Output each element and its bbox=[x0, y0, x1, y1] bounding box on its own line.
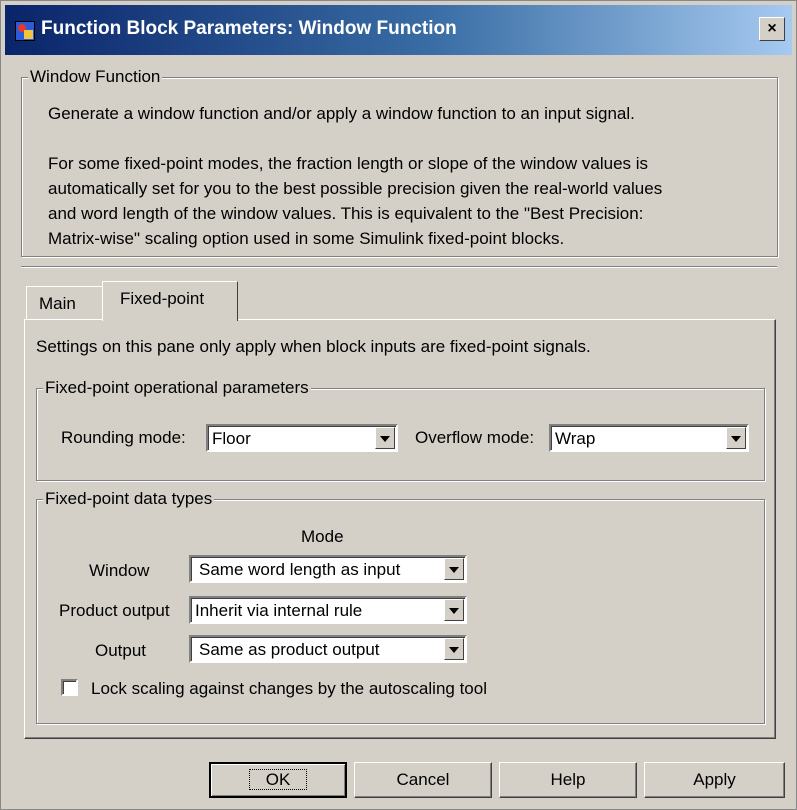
tab-fixed-point-label: Fixed-point bbox=[120, 289, 205, 308]
operational-group-title: Fixed-point operational parameters bbox=[43, 378, 311, 398]
apply-button[interactable]: Apply bbox=[644, 762, 785, 798]
description-group-title: Window Function bbox=[28, 67, 163, 87]
output-mode-select[interactable]: Same as product output bbox=[189, 635, 467, 663]
description-line-1: Generate a window function and/or apply … bbox=[48, 104, 635, 123]
cancel-button[interactable]: Cancel bbox=[354, 762, 492, 798]
description-para-line-4: Matrix-wise" scaling option used in some… bbox=[48, 229, 565, 248]
tab-main[interactable]: Main bbox=[26, 286, 103, 320]
overflow-mode-select[interactable]: Wrap bbox=[549, 424, 749, 452]
title-bar[interactable]: Function Block Parameters: Window Functi… bbox=[5, 5, 792, 55]
description-para-line-3: and word length of the window values. Th… bbox=[48, 204, 644, 223]
product-output-mode-select[interactable]: Inherit via internal rule bbox=[189, 596, 467, 624]
chevron-down-icon[interactable] bbox=[444, 558, 464, 580]
output-type-label: Output bbox=[95, 641, 147, 660]
window-title: Function Block Parameters: Window Functi… bbox=[41, 18, 457, 39]
help-button[interactable]: Help bbox=[499, 762, 637, 798]
chevron-down-icon[interactable] bbox=[375, 427, 395, 449]
rounding-mode-select[interactable]: Floor bbox=[206, 424, 398, 452]
ok-button[interactable]: OK bbox=[209, 762, 347, 798]
window-mode-select[interactable]: Same word length as input bbox=[189, 555, 467, 583]
overflow-mode-label: Overflow mode: bbox=[415, 428, 535, 447]
simulink-block-icon bbox=[15, 21, 35, 41]
mode-column-header: Mode bbox=[301, 527, 344, 546]
output-mode-value: Same as product output bbox=[199, 640, 380, 659]
close-button[interactable]: × bbox=[759, 17, 785, 41]
ok-button-label: OK bbox=[248, 769, 308, 790]
pane-intro-text: Settings on this pane only apply when bl… bbox=[36, 337, 591, 356]
rounding-mode-label: Rounding mode: bbox=[61, 428, 186, 447]
separator bbox=[21, 266, 777, 268]
dialog-window: Function Block Parameters: Window Functi… bbox=[0, 0, 797, 810]
window-mode-value: Same word length as input bbox=[199, 560, 401, 579]
tab-fixed-point[interactable]: Fixed-point bbox=[102, 281, 238, 321]
data-types-group-title: Fixed-point data types bbox=[43, 489, 215, 509]
chevron-down-icon[interactable] bbox=[444, 599, 464, 621]
description-para-line-1: For some fixed-point modes, the fraction… bbox=[48, 154, 649, 173]
tab-main-label: Main bbox=[39, 294, 76, 313]
description-para-line-2: automatically set for you to the best po… bbox=[48, 179, 663, 198]
window-type-label: Window bbox=[89, 561, 150, 580]
chevron-down-icon[interactable] bbox=[444, 638, 464, 660]
overflow-mode-value: Wrap bbox=[555, 429, 596, 448]
rounding-mode-value: Floor bbox=[212, 429, 251, 448]
product-output-type-label: Product output bbox=[59, 601, 170, 620]
lock-scaling-checkbox[interactable] bbox=[61, 679, 78, 696]
lock-scaling-label[interactable]: Lock scaling against changes by the auto… bbox=[91, 679, 487, 699]
chevron-down-icon[interactable] bbox=[726, 427, 746, 449]
product-output-mode-value: Inherit via internal rule bbox=[195, 601, 363, 620]
